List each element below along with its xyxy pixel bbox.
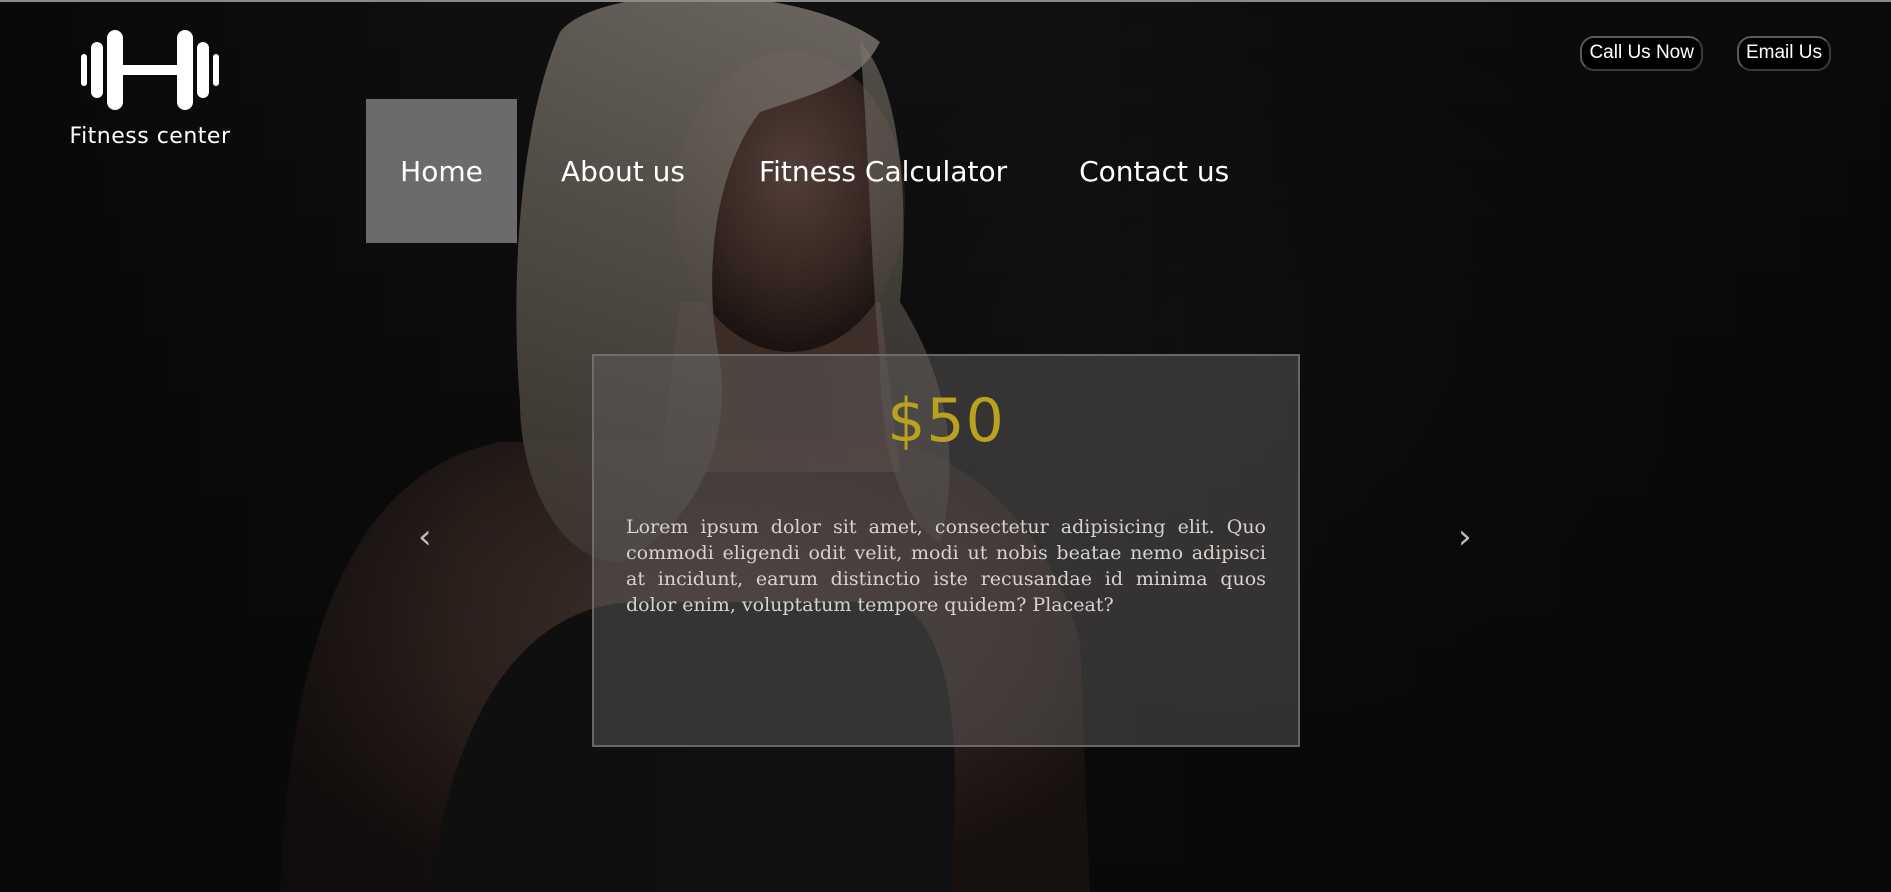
chevron-right-icon[interactable]: ›	[1458, 520, 1472, 554]
chevron-left-icon[interactable]: ‹	[418, 520, 432, 554]
logo[interactable]: Fitness center	[60, 30, 240, 149]
nav-item-fitness-calculator[interactable]: Fitness Calculator	[723, 99, 1043, 243]
nav-item-home[interactable]: Home	[366, 99, 517, 243]
nav-item-contact-us[interactable]: Contact us	[1043, 99, 1265, 243]
call-us-now-button[interactable]: Call Us Now	[1580, 36, 1703, 71]
page: Fitness center Home About us Fitness Cal…	[0, 0, 1891, 892]
brand-name: Fitness center	[69, 124, 231, 149]
nav-item-about-us[interactable]: About us	[525, 99, 723, 243]
card-description: Lorem ipsum dolor sit amet, consectetur …	[626, 516, 1266, 616]
main-nav: Home About us Fitness Calculator Contact…	[366, 99, 1265, 243]
price: $50	[887, 386, 1005, 456]
dumbbell-icon	[60, 30, 240, 110]
pricing-card: $50 Lorem ipsum dolor sit amet, consecte…	[592, 354, 1300, 747]
contact-buttons: Call Us Now Email Us	[1580, 36, 1831, 71]
email-us-button[interactable]: Email Us	[1736, 36, 1831, 71]
